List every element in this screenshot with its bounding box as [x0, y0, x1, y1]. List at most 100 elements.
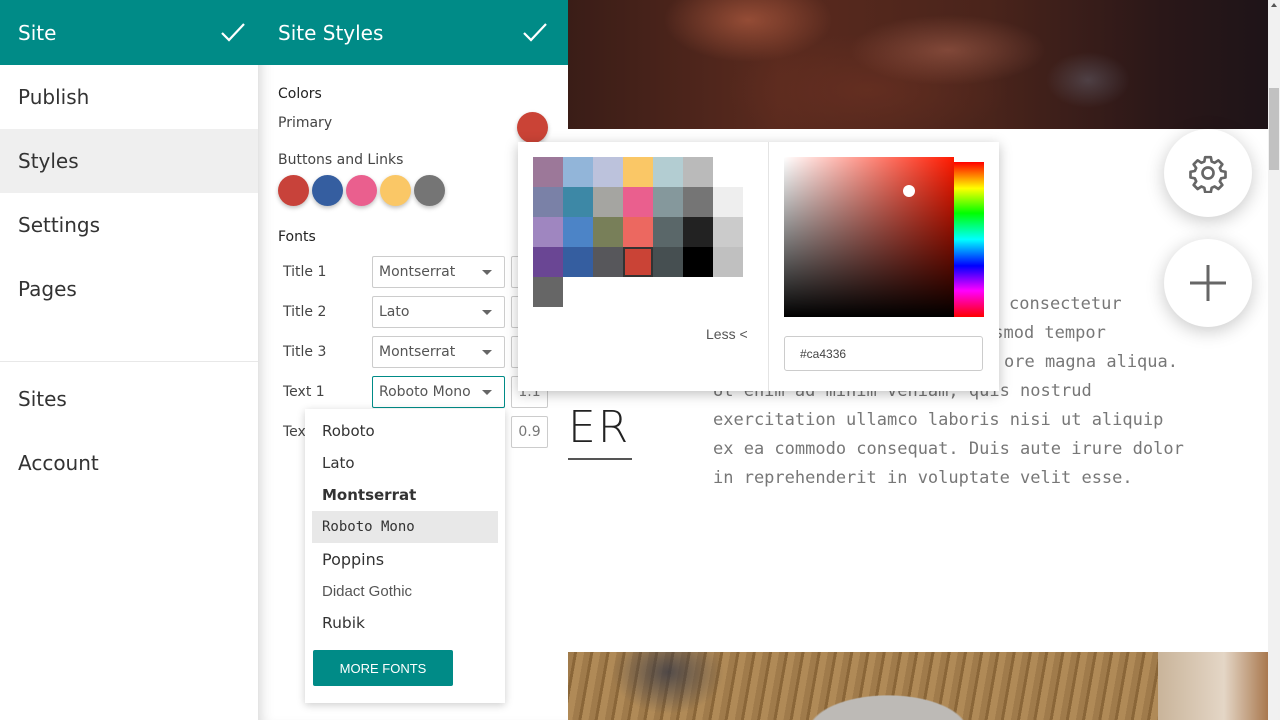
palette-color-cell[interactable] [653, 217, 683, 247]
nav-divider [0, 361, 258, 362]
palette-color-cell[interactable] [623, 157, 653, 187]
font-row-title-2: Title 2 Lato 2 [283, 296, 553, 328]
more-fonts-button[interactable]: MORE FONTS [313, 650, 453, 686]
saturation-handle[interactable] [903, 185, 915, 197]
check-icon[interactable] [520, 18, 550, 48]
palette-color-cell[interactable] [653, 187, 683, 217]
font-select[interactable]: Montserrat [372, 336, 505, 368]
palette-color-cell[interactable] [623, 217, 653, 247]
fonts-heading: Fonts [278, 229, 316, 245]
font-option-didact-gothic[interactable]: Didact Gothic [312, 575, 498, 607]
font-row-label: Title 2 [283, 304, 327, 320]
body-line: consectetur [1009, 294, 1122, 314]
palette-color-cell[interactable] [683, 247, 713, 277]
palette-color-cell[interactable] [623, 187, 653, 217]
body-line: usmod tempor [983, 323, 1106, 343]
palette-color-cell[interactable] [533, 247, 563, 277]
font-select[interactable]: Roboto Mono [372, 376, 505, 408]
palette-color-cell[interactable] [713, 217, 743, 247]
scrollbar[interactable] [1268, 0, 1280, 720]
colors-heading: Colors [278, 86, 322, 102]
palette-color-cell[interactable] [563, 187, 593, 217]
font-select[interactable]: Montserrat [372, 256, 505, 288]
font-option-montserrat[interactable]: Montserrat [312, 479, 498, 511]
section-heading: ER [568, 398, 633, 460]
palette-color-cell[interactable] [593, 187, 623, 217]
font-row-label: Text 1 [283, 384, 325, 400]
font-select-value: Lato [379, 304, 410, 320]
palette-color-cell[interactable] [653, 157, 683, 187]
page-settings-button[interactable] [1164, 129, 1252, 217]
font-option-roboto-mono[interactable]: Roboto Mono [312, 511, 498, 543]
color-swatch[interactable] [278, 175, 309, 206]
primary-label: Primary [278, 115, 333, 131]
site-panel-header: Site [0, 0, 258, 65]
hue-slider[interactable] [954, 162, 984, 317]
nav-item-settings[interactable]: Settings [0, 193, 258, 257]
palette-color-cell[interactable] [683, 187, 713, 217]
palette-color-cell[interactable] [533, 187, 563, 217]
palette-color-cell[interactable] [533, 157, 563, 187]
font-size-input[interactable]: 0.9 [511, 416, 548, 448]
font-select-value: Roboto Mono [379, 384, 471, 400]
scroll-up-arrow-icon[interactable] [1271, 3, 1277, 7]
color-swatch[interactable] [346, 175, 377, 206]
palette-color-cell[interactable] [683, 217, 713, 247]
nav-item-styles[interactable]: Styles [0, 129, 258, 193]
caret-down-icon [482, 309, 492, 315]
bottom-image [568, 652, 1268, 720]
palette-color-cell[interactable] [563, 217, 593, 247]
palette-color-cell[interactable] [683, 157, 713, 187]
font-row-label: Title 3 [283, 344, 327, 360]
font-option-rubik[interactable]: Rubik [312, 607, 498, 639]
font-option-poppins[interactable]: Poppins [312, 543, 498, 575]
saturation-value-area[interactable] [784, 157, 954, 317]
palette-color-cell[interactable] [593, 247, 623, 277]
scrollbar-thumb[interactable] [1269, 88, 1279, 170]
palette-color-cell[interactable] [593, 157, 623, 187]
font-row-text-1: Text 1 Roboto Mono 1.1 [283, 376, 553, 408]
font-option-lato[interactable]: Lato [312, 447, 498, 479]
hex-color-input[interactable] [784, 336, 983, 371]
less-colors-link[interactable]: Less < [706, 326, 748, 342]
font-select[interactable]: Lato [372, 296, 505, 328]
palette-color-cell[interactable] [563, 247, 593, 277]
palette-color-cell[interactable] [653, 247, 683, 277]
nav-item-account[interactable]: Account [0, 431, 258, 495]
nav-item-sites[interactable]: Sites [0, 367, 258, 431]
check-icon[interactable] [218, 18, 248, 48]
palette-color-cell[interactable] [533, 277, 563, 307]
palette-color-cell[interactable] [533, 217, 563, 247]
color-palette [533, 157, 743, 307]
body-line: in reprehenderit in voluptate velit esse… [713, 468, 1133, 488]
body-line: ore magna aliqua. [1004, 352, 1178, 372]
font-select-value: Montserrat [379, 344, 456, 360]
site-panel: Site Publish Styles Settings Pages Sites… [0, 0, 258, 720]
font-row-label: Title 1 [283, 264, 327, 280]
color-swatch[interactable] [380, 175, 411, 206]
nav-item-publish[interactable]: Publish [0, 65, 258, 129]
palette-color-cell[interactable] [563, 157, 593, 187]
palette-color-cell[interactable] [713, 247, 743, 277]
palette-color-cell[interactable] [593, 217, 623, 247]
body-line: ex ea commodo consequat. Duis aute irure… [713, 439, 1184, 459]
caret-down-icon [482, 349, 492, 355]
primary-color-swatch[interactable] [517, 112, 548, 143]
color-swatch[interactable] [312, 175, 343, 206]
plus-icon [1190, 265, 1226, 301]
site-panel-title: Site [18, 20, 57, 45]
palette-color-cell[interactable] [623, 247, 653, 277]
add-section-button[interactable] [1164, 239, 1252, 327]
hero-image [568, 0, 1268, 129]
font-select-value: Montserrat [379, 264, 456, 280]
body-line: exercitation ullamco laboris nisi ut ali… [713, 410, 1164, 430]
palette-color-cell[interactable] [713, 187, 743, 217]
color-picker-popup: Less < [518, 142, 999, 391]
styles-panel-title: Site Styles [278, 20, 384, 45]
nav-item-pages[interactable]: Pages [0, 257, 258, 321]
gear-icon [1189, 155, 1227, 193]
font-option-roboto[interactable]: Roboto [312, 415, 498, 447]
color-swatch[interactable] [414, 175, 445, 206]
buttons-links-label: Buttons and Links [278, 152, 404, 168]
font-row-title-1: Title 1 Montserrat 3 [283, 256, 553, 288]
